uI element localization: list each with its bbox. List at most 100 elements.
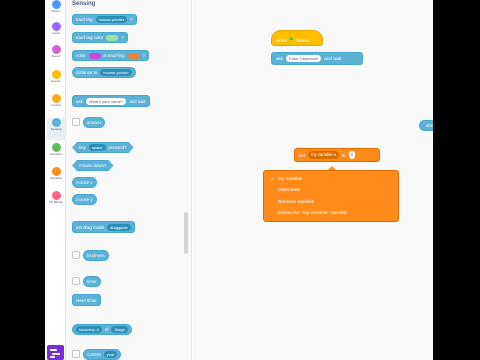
set-variable-block[interactable]: set my variable ▾ to 0 (294, 148, 380, 162)
menu-item-rename-variable[interactable]: Rename variable (278, 200, 314, 205)
add-extension-button[interactable] (47, 345, 64, 360)
mouse-x-reporter[interactable]: mouse x (72, 177, 97, 188)
block-palette: Sensing touching mouse-pointer ? touchin… (66, 0, 192, 360)
key-pressed-block[interactable]: key space pressed? (72, 142, 134, 153)
block-text: loudness (87, 253, 105, 258)
variable-dropdown[interactable]: my variable ▾ (308, 151, 339, 159)
touching-block[interactable]: touching mouse-pointer ? (72, 14, 137, 25)
category-label: My Blocks (49, 200, 63, 204)
category-my-blocks[interactable]: My Blocks (47, 191, 65, 213)
checkmark-icon: ✓ (270, 177, 275, 183)
block-text: touching (76, 17, 93, 22)
block-text: answer (425, 123, 433, 128)
palette-section-title: Sensing (72, 1, 96, 7)
ask-and-wait-script-block[interactable]: ask Enter Username and wait (271, 52, 363, 65)
block-text: set (299, 152, 306, 158)
menu-item-my-variable[interactable]: ✓ my variable (270, 177, 303, 183)
block-text: ? (142, 53, 145, 58)
key-dropdown[interactable]: space (89, 144, 106, 151)
reset-timer-block[interactable]: reset timer (72, 294, 101, 306)
timer-checkbox[interactable] (72, 277, 80, 285)
category-motion[interactable]: Motion (47, 0, 65, 22)
block-text: to (341, 152, 346, 158)
category-label: Operators (49, 152, 63, 156)
category-label: Control (51, 103, 61, 107)
color-swatch[interactable] (106, 34, 119, 41)
color-swatch[interactable] (127, 52, 140, 59)
menu-item-label: Rename variable (278, 200, 315, 205)
drag-mode-dropdown[interactable]: draggable (107, 223, 131, 231)
backdrop-of-block[interactable]: backdrop # of Stage (72, 324, 132, 335)
current-dropdown[interactable]: year (103, 351, 118, 358)
category-sensing[interactable]: Sensing (47, 118, 65, 140)
looks-dot-icon (51, 22, 61, 31)
block-text: ask (276, 56, 284, 61)
variable-dropdown-menu: ✓ my variable Username Rename variable D… (263, 170, 399, 222)
property-dropdown[interactable]: backdrop # (76, 326, 102, 333)
set-drag-mode-block[interactable]: set drag mode draggable (72, 221, 135, 233)
variable-name: my variable (311, 152, 333, 157)
category-label: Motion (51, 9, 61, 13)
color-swatch[interactable] (88, 52, 101, 59)
distance-to-block[interactable]: distance to mouse-pointer (72, 67, 136, 78)
extension-icon (50, 349, 57, 351)
ask-and-wait-block[interactable]: ask What's your name? and wait (72, 95, 150, 107)
block-text: distance to (76, 70, 98, 75)
block-text: pressed? (108, 145, 127, 150)
palette-scrollbar[interactable] (184, 212, 188, 254)
menu-item-delete-variable[interactable]: Delete the "my variable" variable (278, 211, 347, 216)
when-flag-clicked-block[interactable]: when ⚑ clicked (271, 30, 323, 46)
block-text: is touching (103, 53, 125, 58)
mouse-y-reporter[interactable]: mouse y (72, 194, 97, 205)
block-text: answer (87, 120, 102, 125)
category-events[interactable]: Events (47, 70, 65, 92)
block-text: color (76, 53, 86, 58)
loudness-reporter[interactable]: loudness (83, 250, 109, 261)
category-sound[interactable]: Sound (47, 45, 65, 67)
category-label: Looks (51, 31, 60, 35)
mouse-down-block[interactable]: mouse down? (72, 160, 113, 171)
block-text: set drag mode (76, 224, 105, 230)
color-touching-color-block[interactable]: color is touching ? (72, 50, 149, 61)
timer-reporter[interactable]: timer (83, 276, 101, 287)
sensing-dot-icon (51, 118, 61, 127)
operators-dot-icon (51, 143, 61, 152)
touching-color-block[interactable]: touching color ? (72, 32, 128, 43)
category-operators[interactable]: Operators (47, 143, 65, 165)
distance-dropdown[interactable]: mouse-pointer (100, 69, 132, 76)
block-text: ? (121, 35, 124, 40)
loudness-checkbox[interactable] (72, 251, 80, 259)
target-dropdown[interactable]: Stage (111, 326, 128, 333)
block-text: of (104, 327, 109, 332)
green-flag-icon: ⚑ (288, 37, 294, 43)
block-text: mouse x (76, 180, 93, 185)
block-text: key (79, 145, 86, 150)
block-text: ? (130, 17, 133, 22)
current-year-block[interactable]: current year (83, 349, 122, 360)
block-text: reset timer (76, 297, 97, 303)
category-control[interactable]: Control (47, 94, 65, 116)
block-text: when (276, 37, 287, 43)
block-text: clicked (295, 37, 310, 43)
script-area[interactable]: when ⚑ clicked ask Enter Username and wa… (193, 0, 433, 360)
current-checkbox[interactable] (72, 350, 80, 358)
category-label: Variables (49, 176, 63, 180)
question-input[interactable]: Enter Username (286, 55, 322, 62)
question-input[interactable]: What's your name? (85, 97, 127, 105)
answer-reporter[interactable]: answer (83, 117, 106, 128)
answer-checkbox[interactable] (72, 118, 80, 126)
menu-item-username[interactable]: Username (278, 188, 300, 193)
block-text: mouse down? (79, 163, 107, 168)
motion-dot-icon (51, 0, 61, 9)
category-label: Events (51, 79, 61, 83)
category-variables[interactable]: Variables (47, 167, 65, 189)
answer-reporter-loose[interactable]: answer (419, 120, 433, 131)
value-input[interactable]: 0 (348, 151, 356, 159)
menu-item-label: Username (278, 188, 301, 193)
category-looks[interactable]: Looks (47, 22, 65, 44)
block-text: timer (87, 279, 97, 284)
block-text: current (87, 352, 101, 357)
category-label: Sensing (50, 127, 62, 131)
touching-dropdown[interactable]: mouse-pointer (95, 16, 128, 23)
block-text: mouse y (76, 197, 93, 202)
